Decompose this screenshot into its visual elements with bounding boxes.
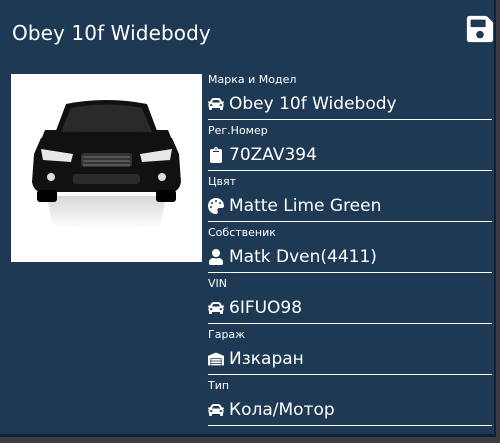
field-value: Изкаран [208,347,492,375]
vehicle-photo [11,74,202,262]
vehicle-title: Obey 10f Widebody [12,21,211,45]
vehicle-panel: Obey 10f Widebody Марка и Модел Obey 10f… [0,0,496,437]
car-icon [208,96,224,112]
field-value: 70ZAV394 [208,143,492,171]
field-owner: Собственик Matk Dven(4411) [208,223,492,274]
field-label: Марка и Модел [208,73,297,86]
field-value-text: 6IFUO98 [229,298,303,318]
field-value: Matte Lime Green [208,194,492,222]
palette-icon [208,198,224,214]
field-value-text: Obey 10f Widebody [229,94,397,114]
field-value: 6IFUO98 [208,296,492,324]
field-value: Matk Dven(4411) [208,245,492,273]
field-value: Кола/Мотор [208,398,492,426]
clipboard-icon [208,147,224,163]
field-value-text: Matte Lime Green [229,196,382,216]
field-make-model: Марка и Модел Obey 10f Widebody [208,70,492,121]
field-value-text: 70ZAV394 [229,145,317,165]
field-label: Рег.Номер [208,124,268,137]
field-value-text: Изкаран [229,349,304,369]
user-icon [208,249,224,265]
field-label: Цвят [208,175,237,188]
car-icon [208,402,224,418]
car-icon [208,300,224,316]
field-color: Цвят Matte Lime Green [208,172,492,223]
field-value: Obey 10f Widebody [208,92,492,120]
field-label: Тип [208,379,230,392]
vehicle-fields: Марка и Модел Obey 10f Widebody Рег.Номе… [208,70,492,427]
field-value-text: Matk Dven(4411) [229,247,377,267]
field-plate: Рег.Номер 70ZAV394 [208,121,492,172]
field-label: Собственик [208,226,276,239]
field-label: Гараж [208,328,246,341]
field-label: VIN [208,277,227,290]
field-garage: Гараж Изкаран [208,325,492,376]
field-type: Тип Кола/Мотор [208,376,492,427]
field-vin: VIN 6IFUO98 [208,274,492,325]
save-icon[interactable] [466,14,494,44]
field-value-text: Кола/Мотор [229,400,335,420]
warehouse-icon [208,351,224,367]
